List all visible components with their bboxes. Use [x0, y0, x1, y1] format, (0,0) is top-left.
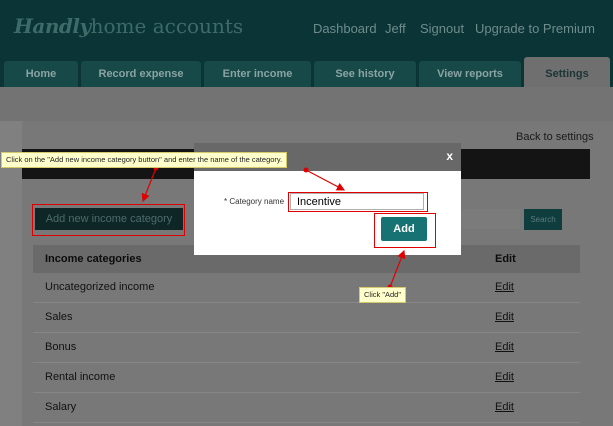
logo-script: Handly — [14, 14, 91, 38]
category-name-input[interactable] — [290, 193, 424, 210]
income-categories-table: Income categories Edit Uncategorized inc… — [33, 245, 580, 423]
search-button[interactable]: Search — [524, 209, 562, 230]
tab-enter-income[interactable]: Enter income — [204, 61, 311, 87]
nav-user[interactable]: Jeff — [385, 21, 406, 36]
add-button[interactable]: Add — [381, 217, 427, 241]
edit-link[interactable]: Edit — [495, 393, 514, 421]
app-logo[interactable]: Handlyhome accounts — [14, 14, 243, 38]
edit-link[interactable]: Edit — [495, 273, 514, 301]
category-name-label: * Category name — [224, 197, 285, 206]
category-name: Sales — [45, 311, 73, 323]
tutorial-callout-add: Click "Add" — [359, 287, 407, 303]
nav-dashboard[interactable]: Dashboard — [313, 21, 377, 36]
table-row: Sales Edit — [33, 303, 580, 333]
edit-link[interactable]: Edit — [495, 333, 514, 361]
table-row: Salary Edit — [33, 393, 580, 423]
logo-text: home accounts — [90, 14, 244, 38]
app-header: Handlyhome accounts Dashboard Jeff Signo… — [0, 0, 613, 61]
edit-link[interactable]: Edit — [495, 363, 514, 391]
nav-signout[interactable]: Signout — [420, 21, 464, 36]
column-header-edit: Edit — [495, 253, 516, 265]
close-icon[interactable]: x — [446, 149, 453, 163]
tab-home[interactable]: Home — [4, 61, 78, 87]
tab-view-reports[interactable]: View reports — [419, 61, 521, 87]
category-name: Bonus — [45, 341, 77, 353]
main-tabs: Home Record expense Enter income See his… — [0, 57, 613, 87]
nav-upgrade[interactable]: Upgrade to Premium — [475, 21, 595, 36]
tab-see-history[interactable]: See history — [314, 61, 416, 87]
tab-record-expense[interactable]: Record expense — [81, 61, 201, 87]
category-name: Uncategorized income — [45, 281, 155, 293]
category-name: Salary — [45, 401, 77, 413]
edit-link[interactable]: Edit — [495, 303, 514, 331]
column-header-category: Income categories — [45, 253, 142, 265]
table-row: Uncategorized income Edit — [33, 273, 580, 303]
add-income-category-button[interactable]: Add new income category — [35, 208, 183, 230]
back-to-settings-link[interactable]: Back to settings — [516, 131, 594, 143]
tutorial-callout-add-category: Click on the "Add new income category bu… — [1, 152, 288, 168]
table-row: Bonus Edit — [33, 333, 580, 363]
category-name: Rental income — [45, 371, 116, 383]
tab-underband — [0, 87, 613, 121]
table-row: Rental income Edit — [33, 363, 580, 393]
tab-settings[interactable]: Settings — [524, 57, 610, 87]
